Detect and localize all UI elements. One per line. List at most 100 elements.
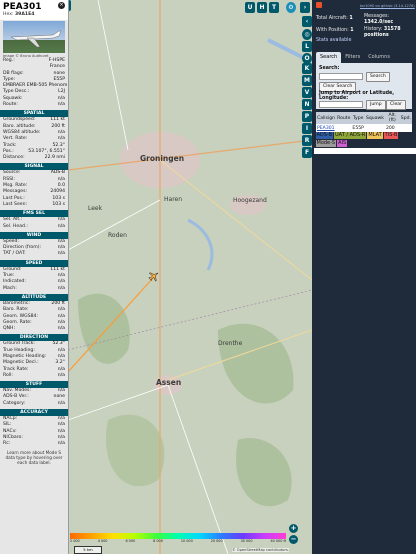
legend-item[interactable]: TIS-B bbox=[383, 131, 399, 139]
stats-link[interactable]: Stats available bbox=[316, 38, 351, 43]
info-row-label: Category: bbox=[3, 400, 26, 406]
column-header[interactable]: Alt. (ft) bbox=[384, 112, 400, 124]
section-header[interactable]: WIND bbox=[0, 231, 68, 239]
info-row: Last Seen: 103 s bbox=[0, 202, 68, 208]
search-label: Search: bbox=[319, 66, 340, 71]
info-row-label: Rc: bbox=[3, 441, 11, 447]
info-row-value: 22.9 nmi bbox=[44, 155, 65, 161]
info-row: Category: n/a bbox=[0, 401, 68, 407]
info-row-value: n/a bbox=[57, 326, 65, 332]
info-row-label: Sel. Head.: bbox=[3, 223, 28, 229]
info-row-value: n/a bbox=[57, 400, 65, 406]
info-row-value: n/a bbox=[57, 251, 65, 257]
button-m[interactable]: M bbox=[302, 75, 312, 86]
info-footer: Learn more about Mode S data type by hov… bbox=[5, 449, 63, 465]
legend-item[interactable]: ADS-B bbox=[315, 131, 334, 139]
button-p[interactable]: P bbox=[302, 111, 312, 122]
info-row-label: Mach: bbox=[3, 285, 17, 291]
map-label: Assen bbox=[156, 378, 182, 387]
column-header[interactable]: Squawk bbox=[364, 112, 385, 124]
section-header[interactable]: SPEED bbox=[0, 259, 68, 267]
aircraft-info-panel: PEA301 Hex: 39A1E4 × Image © Bruno Audhu… bbox=[0, 0, 69, 554]
info-row: Distance: 22.9 nmi bbox=[0, 155, 68, 161]
github-link[interactable]: tar1090 on github (3.14.1278) bbox=[360, 4, 415, 8]
info-row-label: Reg.: bbox=[3, 58, 15, 63]
sidebar-scrollbar[interactable] bbox=[314, 148, 416, 154]
map-attribution[interactable]: © OpenStreetMap contributors. bbox=[232, 548, 289, 552]
search-input[interactable] bbox=[319, 73, 363, 80]
info-sections: SPATIAL Groundspeed: 111 kt Baro. altitude:… bbox=[0, 110, 68, 447]
tab-search[interactable]: Search bbox=[316, 52, 342, 63]
history-stat: History: 31578 positions bbox=[364, 27, 401, 38]
info-row: Roll: n/a bbox=[0, 373, 68, 379]
info-row-label: TAT / OAT: bbox=[3, 251, 26, 257]
search-panel: Search: Search Clear Search Jump to Airp… bbox=[316, 63, 412, 110]
info-row-value: n/a bbox=[57, 441, 65, 447]
button-v[interactable]: V bbox=[302, 87, 312, 98]
info-row: Mach: n/a bbox=[0, 286, 68, 292]
total-aircraft-stat: Total Aircraft: 1 bbox=[316, 16, 353, 21]
legend-item[interactable]: Mode-S bbox=[315, 139, 337, 147]
map-scale: 5 km bbox=[74, 546, 102, 554]
search-button[interactable]: Search bbox=[366, 72, 390, 82]
info-row: QNH: n/a bbox=[0, 326, 68, 332]
button-l[interactable]: L bbox=[302, 41, 312, 52]
button-k[interactable]: K bbox=[302, 63, 312, 74]
zoom-out-button[interactable]: − bbox=[289, 535, 298, 544]
sidebar-tabs: Search Filters Columns bbox=[316, 52, 412, 63]
zoom-in-button[interactable]: + bbox=[289, 524, 298, 533]
arrow-left-icon[interactable]: ‹ bbox=[302, 16, 312, 27]
altitude-scale-ticks: 2 000 4 000 6 000 8 000 10 000 20 000 30 000 40… bbox=[70, 539, 286, 543]
settings-gear-icon[interactable]: ⚙ bbox=[286, 2, 296, 13]
map-label: Hoogezand bbox=[233, 197, 267, 204]
button-n[interactable]: N bbox=[302, 99, 312, 110]
info-row: Route: n/a bbox=[0, 102, 68, 108]
toggle-u-button[interactable]: U bbox=[245, 2, 255, 13]
close-icon[interactable]: × bbox=[58, 2, 65, 9]
column-header[interactable]: Route bbox=[336, 112, 352, 124]
map-view[interactable]: Groningen Assen Drenthe Hoogezand Leek R… bbox=[68, 0, 312, 554]
tab-filters[interactable]: Filters bbox=[341, 52, 364, 63]
map-label: Roden bbox=[108, 232, 127, 239]
clear-jump-button[interactable]: Clear bbox=[386, 100, 407, 110]
info-row-label: Roll: bbox=[3, 372, 13, 378]
column-header[interactable]: Type bbox=[351, 112, 365, 124]
map-tiles[interactable] bbox=[68, 0, 312, 554]
map-label: Leek bbox=[88, 205, 103, 212]
sidebar: tar1090 on github (3.14.1278) Total Airc… bbox=[312, 0, 416, 554]
aircraft-photo[interactable] bbox=[3, 21, 65, 53]
info-row-value: n/a bbox=[57, 102, 65, 108]
button-f[interactable]: F bbox=[302, 147, 312, 158]
legend-item[interactable]: MLAT bbox=[367, 131, 383, 139]
info-row-value: n/a bbox=[57, 372, 65, 378]
column-header[interactable]: Spd. bbox=[399, 112, 412, 124]
legend-item[interactable]: AIS bbox=[337, 139, 348, 147]
target-icon[interactable]: ◎ bbox=[302, 29, 312, 40]
jump-button[interactable]: Jump bbox=[366, 100, 386, 110]
button-i[interactable]: I bbox=[302, 123, 312, 134]
info-row-value: 103 s bbox=[52, 201, 65, 207]
tar1090-logo bbox=[316, 2, 322, 8]
section-header[interactable]: ALTITUDE bbox=[0, 293, 68, 301]
expand-sidebar-button[interactable]: › bbox=[300, 2, 310, 13]
info-row: Sel. Head.: n/a bbox=[0, 224, 68, 230]
with-position-stat: With Position: 1 bbox=[316, 28, 354, 33]
button-r[interactable]: R bbox=[302, 135, 312, 146]
toggle-h-button[interactable]: H bbox=[257, 2, 267, 13]
info-row-label: Last Seen: bbox=[3, 201, 28, 207]
registration-block: Reg.: F-HSPE France DB flags: none Type: E55P E… bbox=[0, 58, 68, 108]
aircraft-table: Callsign Route Type Squawk Alt. (ft) Spd. PEA… bbox=[316, 112, 412, 132]
map-label: Drenthe bbox=[218, 340, 243, 347]
map-label: Haren bbox=[164, 196, 183, 203]
info-row-label: Distance: bbox=[3, 155, 25, 161]
legend-item[interactable]: UAT / ADS-R bbox=[334, 131, 367, 139]
info-header: PEA301 Hex: 39A1E4 × bbox=[0, 0, 68, 20]
tab-columns[interactable]: Columns bbox=[364, 52, 394, 63]
toggle-t-button[interactable]: T bbox=[269, 2, 279, 13]
section-header[interactable]: ACCURACY bbox=[0, 409, 68, 417]
source-legend: ADS-B UAT / ADS-R MLAT TIS-B Mode-S AIS bbox=[315, 131, 407, 147]
jump-input[interactable] bbox=[319, 101, 363, 108]
info-row-label: QNH: bbox=[3, 326, 16, 332]
info-row-label: Route: bbox=[3, 102, 18, 108]
column-header[interactable]: Callsign bbox=[316, 112, 337, 124]
